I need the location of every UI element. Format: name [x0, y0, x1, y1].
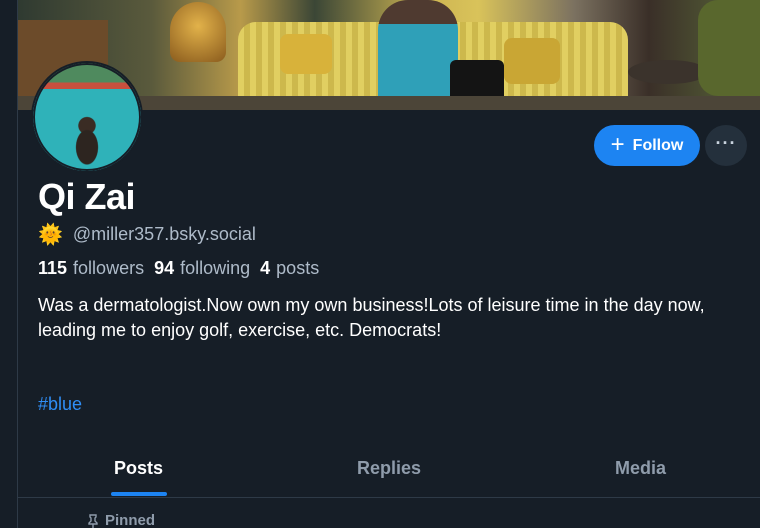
- profile-stats: 115 followers 94 following 4 posts: [38, 258, 319, 279]
- follow-label: Follow: [632, 136, 684, 154]
- following-count: 94: [154, 258, 175, 278]
- pinned-label: Pinned: [105, 512, 156, 528]
- followers-stat[interactable]: 115 followers: [38, 258, 144, 279]
- user-handle: @miller357.bsky.social: [72, 224, 256, 244]
- active-tab-indicator: [111, 492, 167, 496]
- following-stat[interactable]: 94 following: [154, 258, 250, 279]
- tab-media[interactable]: Media: [615, 458, 666, 479]
- hashtag-link[interactable]: #blue: [38, 394, 82, 415]
- pinned-indicator: Pinned: [86, 512, 155, 528]
- profile-page: + Follow ··· Qi Zai 🌞 @miller357.bsky.so…: [0, 0, 760, 528]
- follow-button[interactable]: + Follow: [594, 125, 700, 166]
- profile-tabs: Posts Replies Media: [18, 448, 760, 498]
- profile-bio: Was a dermatologist.Now own my own busin…: [38, 295, 705, 340]
- posts-label: posts: [276, 258, 320, 278]
- avatar[interactable]: [31, 61, 143, 173]
- pin-icon: [88, 513, 98, 528]
- followers-label: followers: [73, 258, 145, 278]
- tab-posts[interactable]: Posts: [114, 458, 163, 479]
- more-options-button[interactable]: ···: [705, 125, 747, 166]
- handle-row: 🌞 @miller357.bsky.social: [38, 224, 256, 245]
- posts-stat: 4 posts: [260, 258, 319, 279]
- tab-replies[interactable]: Replies: [357, 458, 421, 479]
- sun-behind-horizon-icon: 🌞: [38, 223, 63, 246]
- display-name: Qi Zai: [38, 176, 136, 217]
- followers-count: 115: [38, 258, 68, 278]
- ellipsis-icon: ···: [715, 132, 737, 153]
- posts-count: 4: [260, 258, 271, 278]
- plus-icon: +: [610, 130, 625, 158]
- following-label: following: [180, 258, 251, 278]
